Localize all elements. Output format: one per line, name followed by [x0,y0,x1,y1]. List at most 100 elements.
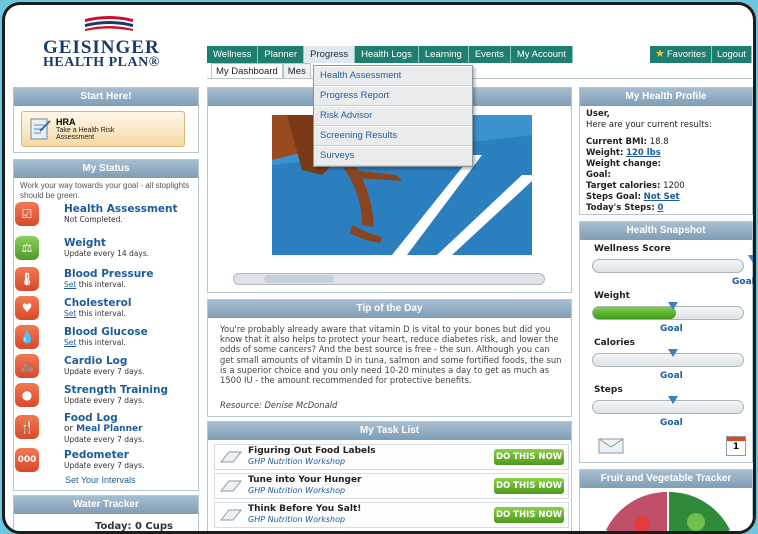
nav-tab-progress[interactable]: Progress [304,46,356,63]
weight-link[interactable]: 120 lbs [626,148,661,158]
start-here-title: Start Here! [14,88,198,106]
hra-subtitle-line1: Take a Health Risk [56,127,115,134]
subtab-my-dashboard[interactable]: My Dashboard [211,63,283,79]
menu-item-health-assessment[interactable]: Health Assessment [314,66,472,86]
task-list-title: My Task List [208,422,571,440]
fruit-veg-panel: Fruit and Vegetable Tracker [579,469,753,534]
goal-marker-icon [668,349,678,357]
document-icon [219,480,243,492]
document-icon [219,451,243,463]
menu-item-surveys[interactable]: Surveys [314,146,472,166]
goal-label: Goal [660,371,683,381]
scale-icon: ⚖ [15,236,39,260]
app-window: GEISINGER HEALTH PLAN® Wellness Planner … [2,2,756,534]
menu-item-risk-advisor[interactable]: Risk Advisor [314,106,472,126]
favorites-button[interactable]: ★ Favorites [650,46,712,63]
nav-tab-health-logs[interactable]: Health Logs [355,46,419,63]
do-this-now-button[interactable]: DO THIS NOW [494,449,564,465]
task-subtitle: GHP Nutrition Workshop [248,515,346,524]
status-health-assessment[interactable]: ☑ Health Assessment Not Completed. [11,202,191,228]
today-steps-link[interactable]: 0 [657,203,663,213]
task-title: Tune into Your Hunger [248,475,362,485]
status-cardio-log[interactable]: 🚲 Cardio Log Update every 7 days. [11,354,191,380]
status-title: Weight [64,237,106,249]
status-cholesterol[interactable]: ♥ Cholesterol Set this interval. [11,296,191,322]
set-link[interactable]: Set [64,280,76,289]
status-title: Cholesterol [64,297,132,309]
status-weight[interactable]: ⚖ Weight Update every 14 days. [11,236,191,262]
flag-icon [85,16,133,31]
calendar-day: 1 [732,442,740,452]
menu-item-screening-results[interactable]: Screening Results [314,126,472,146]
do-this-now-button[interactable]: DO THIS NOW [494,507,564,523]
goal-label: Goal [660,418,683,428]
fruit-veg-wheel[interactable] [598,490,738,534]
goal-label: Goal [660,324,683,334]
hra-subtitle: Take a Health Risk Assessment [56,127,114,141]
do-this-now-button[interactable]: DO THIS NOW [494,478,564,494]
status-title: Food Log [64,412,118,424]
meal-planner-link[interactable]: Meal Planner [76,424,142,434]
document-icon [219,509,243,521]
dumbbell-icon: ● [15,383,39,407]
food-icon: 🍴 [15,415,39,439]
weight-snapshot-label: Weight [594,291,630,301]
task-title: Figuring Out Food Labels [248,446,376,456]
nav-tab-planner[interactable]: Planner [258,46,305,63]
progress-dropdown-menu: Health Assessment Progress Report Risk A… [313,65,473,167]
main-nav: Wellness Planner Progress Health Logs Le… [207,46,573,63]
tip-title: Tip of the Day [208,300,571,318]
hra-button[interactable]: HRA Take a Health Risk Assessment [21,111,185,147]
star-icon: ★ [655,48,665,60]
nav-tab-my-account[interactable]: My Account [510,46,573,63]
fruit-veg-title: Fruit and Vegetable Tracker [580,470,752,488]
health-snapshot-panel: Health Snapshot Wellness Score Goal Weig… [579,221,753,463]
set-link[interactable]: Set [64,309,76,318]
heart-icon: ♥ [15,296,39,320]
health-profile-title: My Health Profile [580,88,752,106]
calendar-icon[interactable]: 1 [726,436,746,456]
image-scrollbar[interactable] [233,273,545,285]
status-sub-text: this interval. [76,280,126,289]
wellness-score-label: Wellness Score [594,244,671,254]
task-row: Figuring Out Food Labels GHP Nutrition W… [214,444,569,470]
bicycle-icon: 🚲 [15,354,39,378]
task-row: Tune into Your Hunger GHP Nutrition Work… [214,473,569,499]
clipboard-icon [30,118,51,140]
status-title: Cardio Log [64,355,128,367]
nav-tab-events[interactable]: Events [468,46,511,63]
health-profile-body: User, Here are your current results: Cur… [580,106,752,217]
set-link[interactable]: Set [64,338,76,347]
nav-tab-wellness[interactable]: Wellness [207,46,259,63]
my-status-intro: Work your way towards your goal - all st… [20,181,190,200]
status-sub-alt: or Meal Planner [64,424,143,434]
weight-change-label: Weight change: [586,159,662,169]
status-sub: Set this interval. [64,338,126,347]
status-title: Blood Glucose [64,326,148,338]
goal-marker-icon [668,302,678,310]
tip-text: You're probably already aware that vitam… [220,324,562,386]
menu-item-progress-report[interactable]: Progress Report [314,86,472,106]
calories-snapshot-label: Calories [594,338,635,348]
subtab-messages[interactable]: Mes [282,63,311,79]
tip-resource: Resource: Denise McDonald [220,400,338,410]
task-title: Think Before You Salt! [248,504,362,514]
steps-goal-link[interactable]: Not Set [644,192,680,202]
status-food-log[interactable]: 🍴 Food Log or Meal Planner Update every … [11,411,191,445]
status-blood-glucose[interactable]: 💧 Blood Glucose Set this interval. [11,325,191,351]
status-blood-pressure[interactable]: 🌡 Blood Pressure Set this interval. [11,267,191,293]
status-sub-text: this interval. [76,338,126,347]
nav-tab-learning[interactable]: Learning [418,46,469,63]
status-title: Pedometer [64,449,129,461]
status-strength-training[interactable]: ● Strength Training Update every 7 days. [11,383,191,409]
nav-utility: ★ Favorites Logout [650,46,753,63]
image-scroll-thumb[interactable] [264,275,334,283]
status-title: Health Assessment [64,203,178,215]
set-intervals-link[interactable]: Set Your Intervals [65,475,136,485]
status-sub: Update every 7 days. [64,367,145,376]
envelope-icon[interactable] [598,438,624,454]
goal-marker-icon [748,255,753,263]
status-pedometer[interactable]: 000 Pedometer Update every 7 days. [11,448,191,474]
logout-button[interactable]: Logout [711,46,753,63]
target-calories-label: Target calories: [586,181,661,191]
